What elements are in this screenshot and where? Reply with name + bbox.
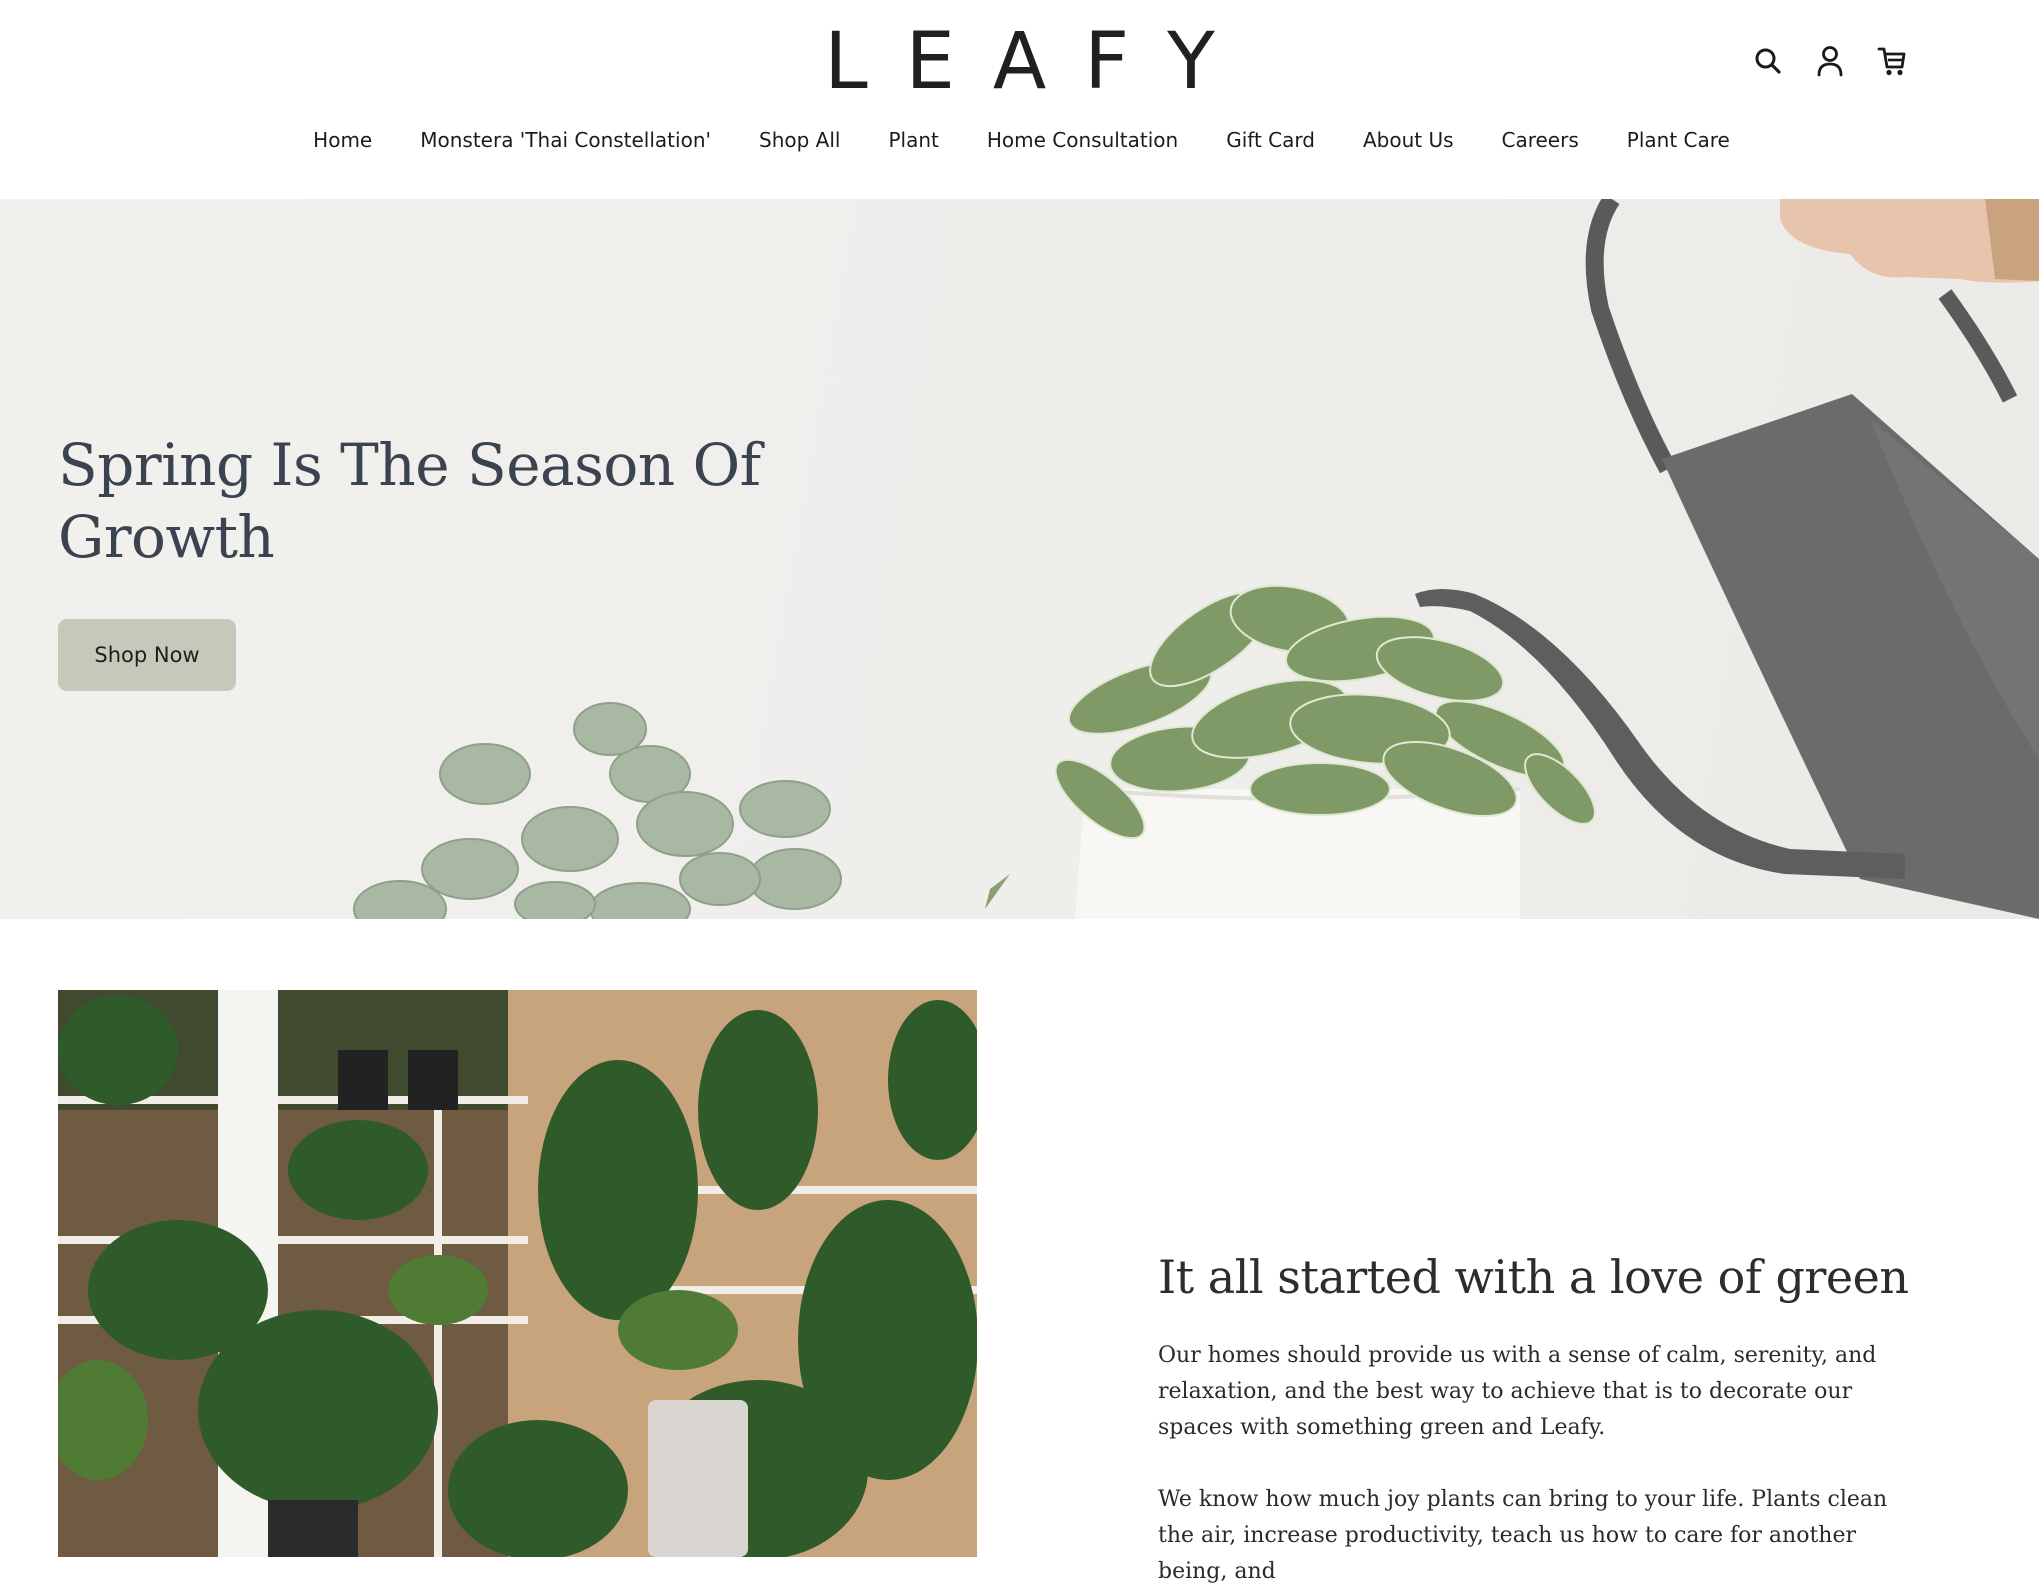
nav-item-careers[interactable]: Careers [1502,128,1579,152]
site-header: LEAFY Home Monstera 'Thai Constellation'… [0,0,2039,199]
search-icon[interactable] [1752,42,1784,80]
shop-now-button[interactable]: Shop Now [58,619,236,691]
nav-item-plant[interactable]: Plant [888,128,938,152]
header-icons [1752,42,1908,80]
site-logo[interactable]: LEAFY [0,22,2039,102]
cart-icon[interactable] [1876,42,1908,80]
hero-title: Spring Is The Season Of Growth [58,431,761,571]
main-nav: Home Monstera 'Thai Constellation' Shop … [0,128,2039,152]
nav-item-plant-care[interactable]: Plant Care [1627,128,1730,152]
nav-item-shop-all[interactable]: Shop All [759,128,840,152]
nav-item-about-us[interactable]: About Us [1363,128,1454,152]
story-title: It all started with a love of green [1158,1250,1909,1304]
hero-banner: Spring Is The Season Of Growth Shop Now [0,199,2039,919]
story-paragraph-2: We know how much joy plants can bring to… [1158,1487,1888,1584]
story-paragraph-1: Our homes should provide us with a sense… [1158,1343,1877,1440]
nav-item-home[interactable]: Home [313,128,372,152]
nav-item-home-consultation[interactable]: Home Consultation [987,128,1178,152]
nav-item-monstera-thai-constellation[interactable]: Monstera 'Thai Constellation' [420,128,711,152]
account-icon[interactable] [1814,42,1846,80]
nav-item-gift-card[interactable]: Gift Card [1226,128,1315,152]
plant-shop-photo [58,990,977,1557]
